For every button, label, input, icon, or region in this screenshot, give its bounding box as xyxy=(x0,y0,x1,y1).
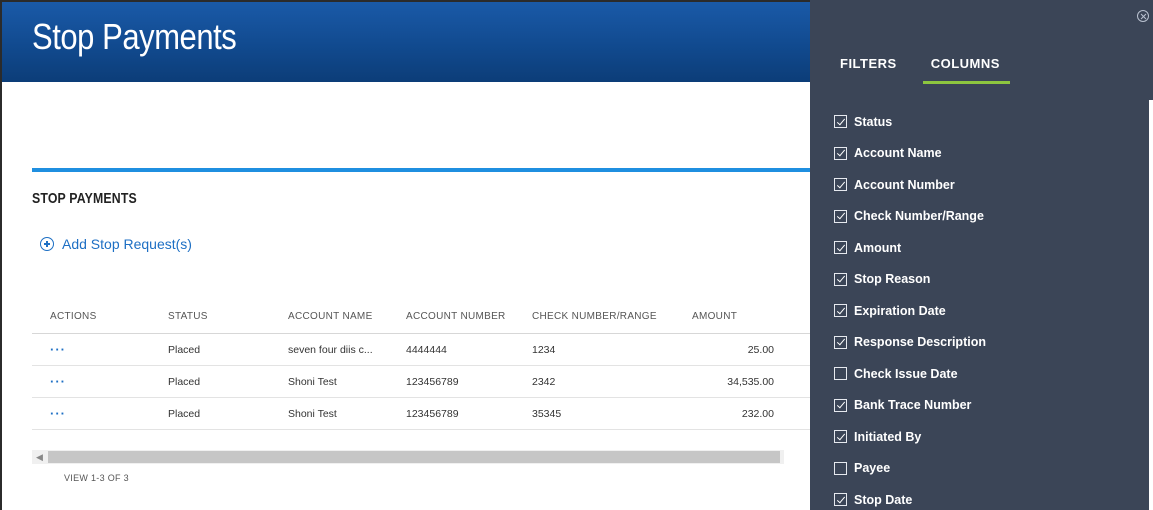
column-header-check-number[interactable]: CHECK NUMBER/RANGE xyxy=(516,311,674,322)
pagination-count: VIEW 1-3 OF 3 xyxy=(64,473,129,483)
checkbox-checked[interactable] xyxy=(834,146,847,160)
table-header: ACTIONS STATUS ACCOUNT NAME ACCOUNT NUMB… xyxy=(32,300,822,334)
checkbox-checked[interactable] xyxy=(834,178,847,192)
checkbox-unchecked[interactable] xyxy=(834,461,847,475)
column-option-check-number[interactable]: Check Number/Range xyxy=(834,201,986,233)
column-option-stop-reason[interactable]: Stop Reason xyxy=(834,264,986,296)
column-header-account-name[interactable]: ACCOUNT NAME xyxy=(268,311,386,322)
checkbox-unchecked[interactable] xyxy=(834,367,847,381)
column-option-initiated-by[interactable]: Initiated By xyxy=(834,421,986,453)
table-row[interactable]: ··· Placed seven four diis c... 4444444 … xyxy=(32,334,822,366)
column-option-label: Account Number xyxy=(854,177,955,192)
cell-amount: 34,535.00 xyxy=(727,375,774,388)
column-option-response-description[interactable]: Response Description xyxy=(834,327,986,359)
column-header-actions[interactable]: ACTIONS xyxy=(32,311,150,322)
close-icon[interactable] xyxy=(1137,10,1149,22)
add-stop-request-label: Add Stop Request(s) xyxy=(62,236,192,252)
column-option-status[interactable]: Status xyxy=(834,106,986,138)
add-stop-request-link[interactable]: Add Stop Request(s) xyxy=(40,236,192,252)
column-option-payee[interactable]: Payee xyxy=(834,453,986,485)
panel-scrollbar[interactable] xyxy=(1149,100,1153,510)
column-option-check-issue-date[interactable]: Check Issue Date xyxy=(834,358,986,390)
column-option-account-name[interactable]: Account Name xyxy=(834,138,986,170)
cell-check-number: 35345 xyxy=(532,407,562,420)
tab-columns[interactable]: COLUMNS xyxy=(922,56,1010,84)
column-header-status[interactable]: STATUS xyxy=(150,311,268,322)
stop-payments-page: Stop Payments STOP PAYMENTS Add Stop Req… xyxy=(0,0,1153,510)
column-header-account-number[interactable]: ACCOUNT NUMBER xyxy=(386,311,516,322)
section-divider xyxy=(32,168,822,172)
cell-status: Placed xyxy=(168,375,201,388)
column-option-amount[interactable]: Amount xyxy=(834,232,986,264)
section-title: STOP PAYMENTS xyxy=(32,190,137,207)
cell-check-number: 1234 xyxy=(532,343,556,356)
checkbox-checked[interactable] xyxy=(834,398,847,412)
row-actions-menu[interactable]: ··· xyxy=(50,342,66,357)
column-option-label: Status xyxy=(854,114,893,129)
cell-account-number: 4444444 xyxy=(406,343,447,356)
column-option-label: Stop Date xyxy=(854,492,913,507)
column-option-label: Response Description xyxy=(854,335,986,350)
cell-status: Placed xyxy=(168,407,201,420)
row-actions-menu[interactable]: ··· xyxy=(50,374,66,389)
horizontal-scrollbar[interactable]: ◀ xyxy=(32,450,784,464)
checkbox-checked[interactable] xyxy=(834,493,847,507)
cell-check-number: 2342 xyxy=(532,375,556,388)
panel-tabs: FILTERS COLUMNS xyxy=(840,56,1010,84)
cell-status: Placed xyxy=(168,343,201,356)
column-header-amount[interactable]: AMOUNT xyxy=(674,311,794,322)
scrollbar-thumb[interactable] xyxy=(48,451,780,463)
cell-account-name: seven four diis c... xyxy=(288,343,373,356)
stop-payments-table: ACTIONS STATUS ACCOUNT NAME ACCOUNT NUMB… xyxy=(32,300,822,430)
column-option-stop-date[interactable]: Stop Date xyxy=(834,484,986,510)
checkbox-checked[interactable] xyxy=(834,430,847,444)
column-option-label: Bank Trace Number xyxy=(854,398,972,413)
column-option-label: Stop Reason xyxy=(854,272,931,287)
cell-account-number: 123456789 xyxy=(406,375,459,388)
column-option-label: Initiated By xyxy=(854,429,922,444)
page-banner: Stop Payments xyxy=(2,2,822,82)
table-row[interactable]: ··· Placed Shoni Test 123456789 2342 34,… xyxy=(32,366,822,398)
checkbox-checked[interactable] xyxy=(834,209,847,223)
scroll-left-arrow-icon[interactable]: ◀ xyxy=(36,452,43,463)
column-option-expiration-date[interactable]: Expiration Date xyxy=(834,295,986,327)
page-title: Stop Payments xyxy=(32,16,237,57)
column-options-list: Status Account Name Account Number Check… xyxy=(834,106,986,510)
column-option-bank-trace-number[interactable]: Bank Trace Number xyxy=(834,390,986,422)
tab-filters[interactable]: FILTERS xyxy=(840,56,897,84)
row-actions-menu[interactable]: ··· xyxy=(50,406,66,421)
column-option-label: Check Issue Date xyxy=(854,366,958,381)
checkbox-checked[interactable] xyxy=(834,304,847,318)
column-option-account-number[interactable]: Account Number xyxy=(834,169,986,201)
column-option-label: Payee xyxy=(854,461,891,476)
cell-account-name: Shoni Test xyxy=(288,375,337,388)
plus-circle-icon xyxy=(40,237,54,251)
columns-panel: FILTERS COLUMNS Status Account Name Acco… xyxy=(810,0,1153,510)
cell-account-name: Shoni Test xyxy=(288,407,337,420)
checkbox-checked[interactable] xyxy=(834,241,847,255)
checkbox-checked[interactable] xyxy=(834,335,847,349)
checkbox-checked[interactable] xyxy=(834,115,847,129)
cell-amount: 25.00 xyxy=(747,343,774,356)
table-row[interactable]: ··· Placed Shoni Test 123456789 35345 23… xyxy=(32,398,822,430)
column-option-label: Amount xyxy=(854,240,902,255)
cell-account-number: 123456789 xyxy=(406,407,459,420)
column-option-label: Check Number/Range xyxy=(854,209,984,224)
column-option-label: Account Name xyxy=(854,146,942,161)
checkbox-checked[interactable] xyxy=(834,272,847,286)
cell-amount: 232.00 xyxy=(741,407,774,420)
column-option-label: Expiration Date xyxy=(854,303,946,318)
